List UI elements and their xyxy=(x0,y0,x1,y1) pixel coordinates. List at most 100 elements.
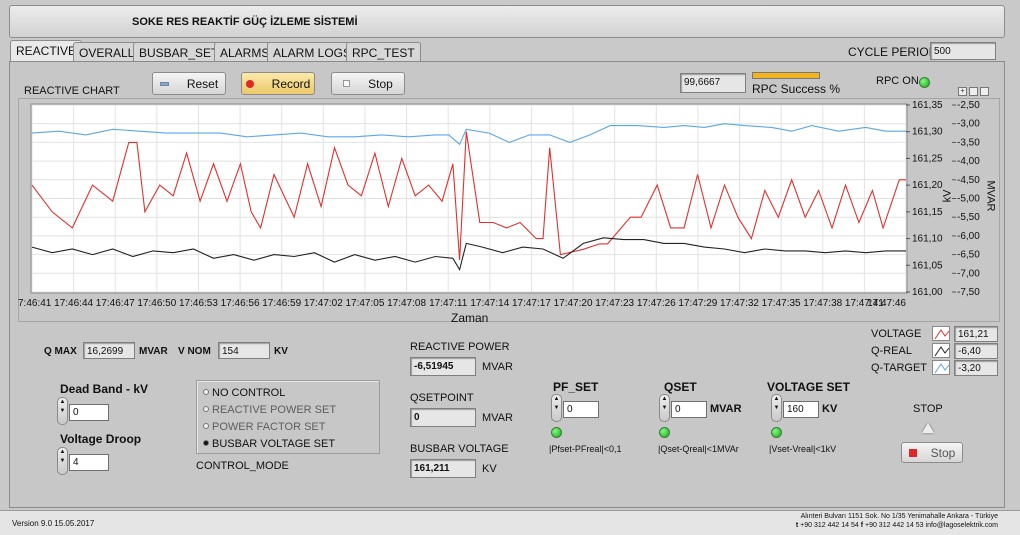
control-mode-option-no-control[interactable]: NO CONTROL xyxy=(203,387,285,399)
stop-button-icon xyxy=(908,448,917,457)
radio-icon xyxy=(203,423,209,429)
dead-band-input[interactable]: 0 xyxy=(69,404,109,421)
voltage-set-led xyxy=(771,427,782,438)
y-right-tick-label: -7,50 xyxy=(957,287,980,298)
voltage-droop-stepper[interactable]: ▲ ▼ xyxy=(57,447,68,475)
voltage-droop-input[interactable]: 4 xyxy=(69,454,109,471)
y-left-tick-label: 161,35 xyxy=(912,100,943,111)
pf-set-led xyxy=(551,427,562,438)
vnom-value: 154 xyxy=(218,342,270,359)
phone-prefix: t xyxy=(795,522,799,529)
qsetpoint-value: 0 xyxy=(410,408,476,427)
control-mode-label: CONTROL_MODE xyxy=(196,460,289,472)
radio-selected-icon xyxy=(203,440,209,446)
x-tick-label: 17:46:59 xyxy=(262,298,301,309)
x-tick-label: 17:47:14 xyxy=(470,298,509,309)
legend-voltage-swatch xyxy=(932,326,950,341)
y-left-tick-label: 161,10 xyxy=(912,234,943,245)
reactive-power-value: -6,51945 xyxy=(410,357,476,376)
x-tick-label: 17:46:56 xyxy=(221,298,260,309)
x-tick-label: 17:47:35 xyxy=(762,298,801,309)
x-tick-label: 17:47:11 xyxy=(429,298,468,309)
y-left-tick-label: 161,25 xyxy=(912,153,943,164)
voltage-set-label: VOLTAGE SET xyxy=(767,380,850,394)
footer-phone: +90 312 442 14 54 xyxy=(800,522,859,529)
reactive-power-unit: MVAR xyxy=(482,361,513,373)
x-axis-label: Zaman xyxy=(451,311,489,325)
x-tick-label: 17:47:05 xyxy=(345,298,384,309)
footer-fax: +90 312 442 14 53 xyxy=(864,522,924,529)
footer: Version 9.0 15.05.2017 Alınteri Bulvarı … xyxy=(0,510,1020,535)
reactive-power-label: REACTIVE POWER xyxy=(410,341,510,353)
y-left-axis-label: kV xyxy=(941,189,954,203)
legend-voltage-name: VOLTAGE xyxy=(871,328,922,340)
version-text: Version 9.0 15.05.2017 xyxy=(12,519,95,528)
legend-voltage-value: 161,21 xyxy=(954,326,998,342)
radio-icon xyxy=(203,406,209,412)
footer-email: info@lagoselektrik.com xyxy=(925,522,998,529)
qset-input[interactable]: 0 xyxy=(671,401,707,418)
busbar-voltage-label: BUSBAR VOLTAGE xyxy=(410,443,509,455)
x-tick-label: 17:47:32 xyxy=(720,298,759,309)
y-right-tick-label: -6,50 xyxy=(957,250,980,261)
voltage-set-unit: KV xyxy=(822,403,838,415)
busbar-voltage-unit: KV xyxy=(482,463,497,475)
pf-set-input[interactable]: 0 xyxy=(563,401,599,418)
qset-condition: |Qset-Qreal|<1MVAr xyxy=(658,444,739,454)
qmax-unit: MVAR xyxy=(139,346,168,357)
radio-icon xyxy=(203,389,209,395)
legend-qreal-name: Q-REAL xyxy=(871,345,912,357)
legend-qreal-value: -6,40 xyxy=(954,343,998,359)
control-mode-option-label: REACTIVE POWER SET xyxy=(212,404,337,416)
qmax-label: Q MAX xyxy=(44,346,77,357)
pf-set-label: PF_SET xyxy=(553,380,599,394)
pf-set-condition: |Pfset-PFreal|<0,1 xyxy=(549,444,622,454)
x-tick-label: 17:47:38 xyxy=(803,298,842,309)
qset-unit: MVAR xyxy=(710,403,742,415)
y-right-tick-label: -6,00 xyxy=(957,231,980,242)
vnom-unit: KV xyxy=(274,346,288,357)
x-tick-label: 17:47:46 xyxy=(867,298,906,309)
y-right-tick-label: -5,00 xyxy=(957,194,980,205)
x-tick-label: 17:47:08 xyxy=(387,298,426,309)
voltage-set-input[interactable]: 160 xyxy=(783,401,819,418)
stop-indicator-icon xyxy=(922,423,934,433)
y-left-tick-label: 161,00 xyxy=(912,287,943,298)
fax-prefix: f xyxy=(860,522,864,529)
y-left-tick-label: 161,20 xyxy=(912,180,943,191)
footer-address: Alınteri Bulvarı 1151 Sok. No 1/35 Yenim… xyxy=(800,513,998,520)
voltage-droop-label: Voltage Droop xyxy=(60,432,142,446)
x-tick-label: 17:47:20 xyxy=(554,298,593,309)
x-tick-label: 17:46:44 xyxy=(54,298,93,309)
qsetpoint-label: QSETPOINT xyxy=(410,392,474,404)
control-mode-option-reactive-power-set[interactable]: REACTIVE POWER SET xyxy=(203,404,336,416)
dead-band-label: Dead Band - kV xyxy=(60,382,149,396)
stop-button[interactable]: Stop xyxy=(901,442,963,463)
legend-qreal-swatch xyxy=(932,343,950,358)
x-tick-label: 17:47:02 xyxy=(304,298,343,309)
reactive-chart: 7:46:41 17:46:44 17:46:47 17:46:50 17:46:53 1… xyxy=(18,100,980,309)
y-right-axis-label: MVAR xyxy=(984,180,997,212)
y-right-tick-label: -5,50 xyxy=(957,212,980,223)
qmax-value: 16,2699 xyxy=(83,342,135,359)
vnom-label: V NOM xyxy=(178,346,211,357)
x-tick-label: 7:46:41 xyxy=(18,298,52,309)
qset-stepper[interactable]: ▲ ▼ xyxy=(659,394,670,422)
control-mode-option-busbar-voltage-set[interactable]: BUSBAR VOLTAGE SET xyxy=(203,438,335,450)
footer-contact: t +90 312 442 14 54 f +90 312 442 14 53 … xyxy=(796,522,998,529)
voltage-set-stepper[interactable]: ▲ ▼ xyxy=(771,394,782,422)
x-tick-label: 17:47:29 xyxy=(678,298,717,309)
control-mode-option-label: NO CONTROL xyxy=(212,387,286,399)
y-right-tick-label: -2,50 xyxy=(957,100,980,111)
pf-set-stepper[interactable]: ▲ ▼ xyxy=(551,394,562,422)
dead-band-stepper[interactable]: ▲ ▼ xyxy=(57,397,68,425)
y-right-tick-label: -4,50 xyxy=(957,175,980,186)
y-left-tick-label: 161,15 xyxy=(912,207,943,218)
x-tick-label: 17:46:53 xyxy=(179,298,218,309)
qset-led xyxy=(659,427,670,438)
y-left-tick-label: 161,30 xyxy=(912,127,943,138)
control-mode-option-label: BUSBAR VOLTAGE SET xyxy=(212,438,336,450)
y-right-tick-label: -3,00 xyxy=(957,119,980,130)
y-left-tick-label: 161,05 xyxy=(912,260,943,271)
control-mode-option-power-factor-set[interactable]: POWER FACTOR SET xyxy=(203,421,325,433)
